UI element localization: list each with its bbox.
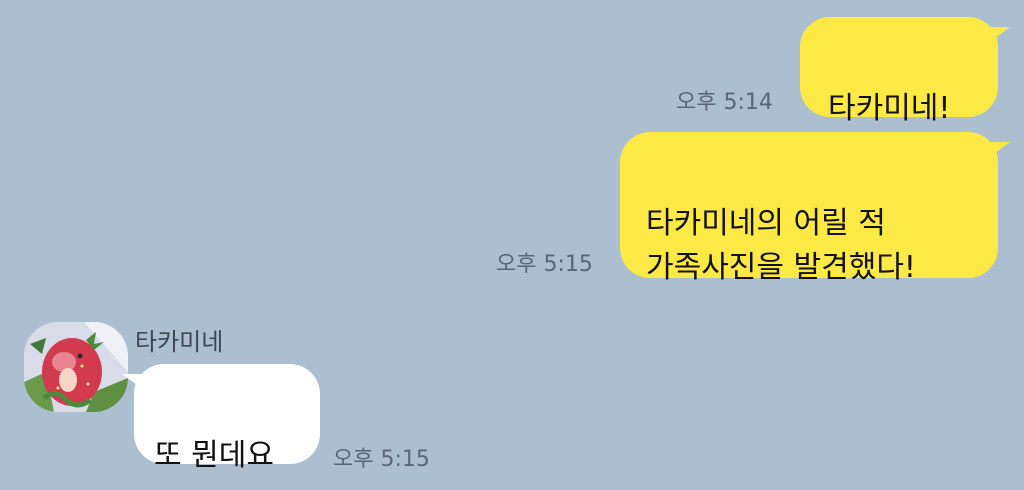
avatar[interactable] bbox=[24, 322, 128, 412]
bubble-tail bbox=[988, 27, 1010, 43]
bubble-tail bbox=[988, 142, 1010, 158]
message-text: 타카미네의 어릴 적 가족사진을 발견했다! bbox=[646, 206, 916, 285]
my-message-bubble[interactable]: 타카미네의 어릴 적 가족사진을 발견했다! bbox=[620, 132, 1010, 285]
my-message-bubble[interactable]: 타카미네! bbox=[800, 17, 1010, 126]
strawberry-character-icon bbox=[24, 322, 128, 412]
other-message-bubble[interactable]: 또 뭔데요 bbox=[122, 364, 320, 473]
message-text: 또 뭔데요 bbox=[154, 438, 274, 473]
message-timestamp: 오후 5:14 bbox=[676, 90, 773, 115]
message-timestamp: 오후 5:15 bbox=[496, 252, 593, 277]
bubble-tail bbox=[122, 374, 144, 390]
message-timestamp: 오후 5:15 bbox=[333, 447, 430, 472]
sender-name: 타카미네 bbox=[135, 328, 224, 356]
message-text: 타카미네! bbox=[828, 91, 951, 126]
